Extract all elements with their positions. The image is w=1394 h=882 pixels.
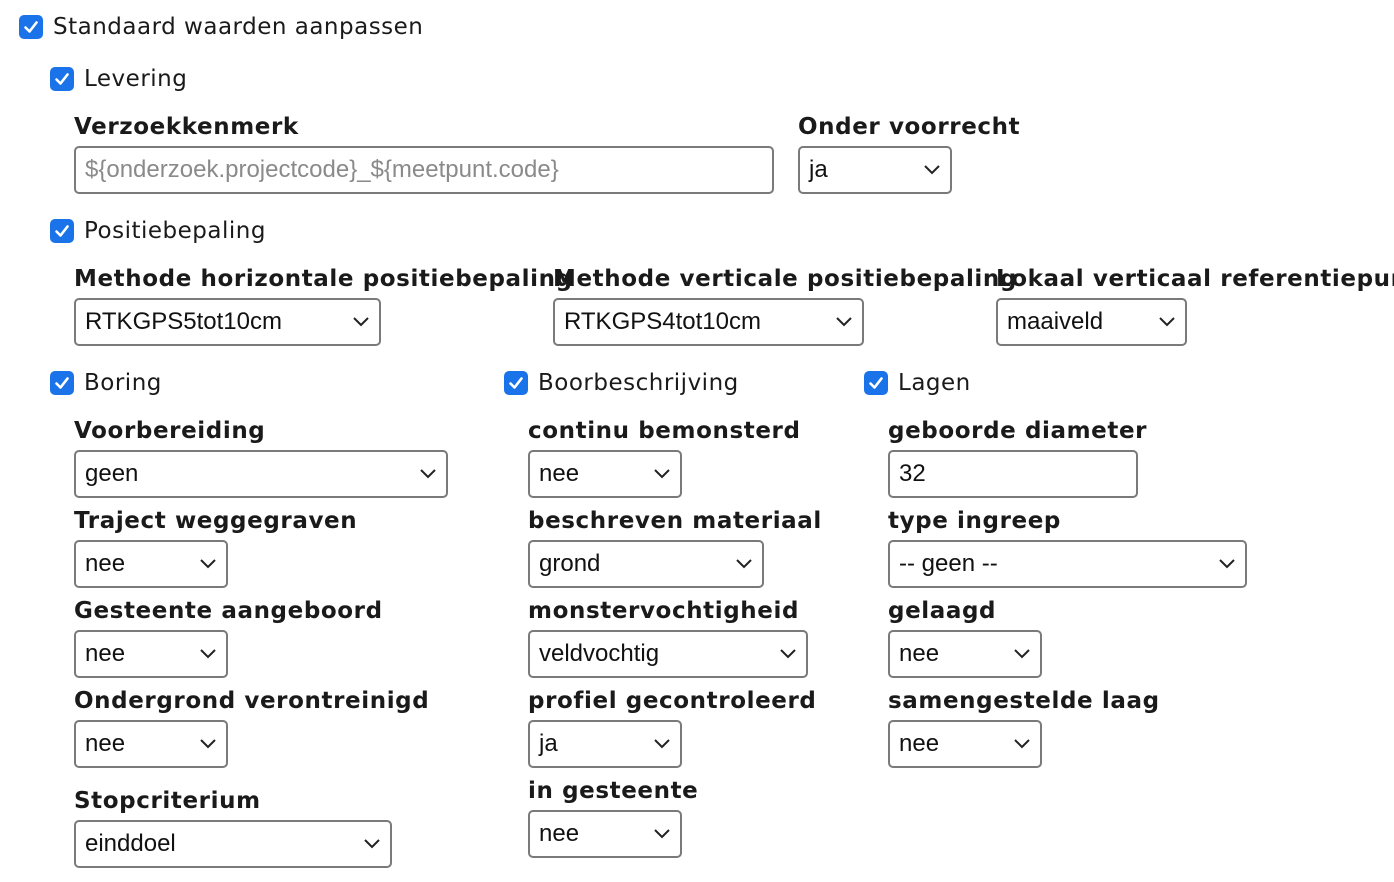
gelaagd-select[interactable]: nee [888,630,1042,678]
boorbeschrijving-checkbox-row[interactable]: Boorbeschrijving [504,368,739,398]
voorbereiding-value: geen [85,460,139,487]
chevron-down-icon [1219,559,1235,569]
chevron-down-icon [654,829,670,839]
checkmark-icon [869,377,883,389]
verticaal-value: RTKGPS4tot10cm [564,308,761,335]
continu-select[interactable]: nee [528,450,682,498]
ondergrond-select[interactable]: nee [74,720,228,768]
referentiepunt-label: Lokaal verticaal referentiepunt [996,266,1394,292]
checkmark-icon [509,377,523,389]
gesteente-label: Gesteente aangeboord [74,598,383,624]
positiebepaling-checkbox[interactable] [50,219,74,243]
onder-voorrecht-select[interactable]: ja [798,146,952,194]
ondergrond-label: Ondergrond verontreinigd [74,688,430,714]
voorbereiding-select[interactable]: geen [74,450,448,498]
chevron-down-icon [1014,649,1030,659]
levering-checkbox-row[interactable]: Levering [50,64,187,94]
stopcriterium-label: Stopcriterium [74,788,261,814]
materiaal-label: beschreven materiaal [528,508,822,534]
materiaal-value: grond [539,550,601,577]
stopcriterium-select[interactable]: einddoel [74,820,392,868]
gesteente-select[interactable]: nee [74,630,228,678]
stopcriterium-value: einddoel [85,830,176,857]
chevron-down-icon [654,469,670,479]
vochtigheid-select[interactable]: veldvochtig [528,630,808,678]
checkmark-icon [55,377,69,389]
standaard-waarden-label: Standaard waarden aanpassen [53,14,424,40]
levering-checkbox[interactable] [50,67,74,91]
chevron-down-icon [353,317,369,327]
positiebepaling-label: Positiebepaling [84,218,266,244]
boring-label: Boring [84,370,162,396]
boorbeschrijving-label: Boorbeschrijving [538,370,739,396]
continu-label: continu bemonsterd [528,418,801,444]
lagen-checkbox-row[interactable]: Lagen [864,368,971,398]
samengesteld-select[interactable]: nee [888,720,1042,768]
chevron-down-icon [780,649,796,659]
boorbeschrijving-checkbox[interactable] [504,371,528,395]
in-gesteente-value: nee [539,820,580,847]
chevron-down-icon [420,469,436,479]
boring-checkbox[interactable] [50,371,74,395]
voorbereiding-label: Voorbereiding [74,418,266,444]
verticaal-label: Methode verticale positiebepaling [553,266,1017,292]
traject-select[interactable]: nee [74,540,228,588]
diameter-value: 32 [899,460,926,487]
onder-voorrecht-value: ja [809,156,828,183]
positiebepaling-checkbox-row[interactable]: Positiebepaling [50,216,266,246]
gesteente-value: nee [85,640,126,667]
ingreep-label: type ingreep [888,508,1061,534]
chevron-down-icon [364,839,380,849]
referentiepunt-select[interactable]: maaiveld [996,298,1187,346]
chevron-down-icon [654,739,670,749]
chevron-down-icon [924,165,940,175]
ingreep-select[interactable]: -- geen -- [888,540,1247,588]
verticaal-select[interactable]: RTKGPS4tot10cm [553,298,864,346]
ondergrond-value: nee [85,730,126,757]
chevron-down-icon [1159,317,1175,327]
continu-value: nee [539,460,580,487]
samengesteld-value: nee [899,730,940,757]
lagen-label: Lagen [898,370,971,396]
chevron-down-icon [836,317,852,327]
materiaal-select[interactable]: grond [528,540,764,588]
chevron-down-icon [1014,739,1030,749]
in-gesteente-select[interactable]: nee [528,810,682,858]
in-gesteente-label: in gesteente [528,778,699,804]
main-checkbox-row[interactable]: Standaard waarden aanpassen [19,12,423,42]
horizontaal-label: Methode horizontale positiebepaling [74,266,573,292]
checkmark-icon [24,21,38,33]
diameter-input[interactable]: 32 [888,450,1138,498]
verzoekkenmerk-label: Verzoekkenmerk [74,114,299,140]
chevron-down-icon [200,559,216,569]
samengesteld-label: samengestelde laag [888,688,1160,714]
chevron-down-icon [736,559,752,569]
profiel-select[interactable]: ja [528,720,682,768]
standaard-waarden-checkbox[interactable] [19,15,43,39]
gelaagd-label: gelaagd [888,598,997,624]
verzoekkenmerk-placeholder: ${onderzoek.projectcode}_${meetpunt.code… [85,156,559,183]
horizontaal-select[interactable]: RTKGPS5tot10cm [74,298,381,346]
checkmark-icon [55,225,69,237]
onder-voorrecht-label: Onder voorrecht [798,114,1021,140]
vochtigheid-value: veldvochtig [539,640,660,667]
gelaagd-value: nee [899,640,940,667]
profiel-value: ja [539,730,558,757]
profiel-label: profiel gecontroleerd [528,688,817,714]
referentiepunt-value: maaiveld [1007,308,1104,335]
vochtigheid-label: monstervochtigheid [528,598,800,624]
levering-label: Levering [84,66,188,92]
traject-label: Traject weggegraven [74,508,358,534]
traject-value: nee [85,550,126,577]
verzoekkenmerk-input[interactable]: ${onderzoek.projectcode}_${meetpunt.code… [74,146,774,194]
checkmark-icon [55,73,69,85]
diameter-label: geboorde diameter [888,418,1148,444]
chevron-down-icon [200,739,216,749]
chevron-down-icon [200,649,216,659]
ingreep-value: -- geen -- [899,550,998,577]
boring-checkbox-row[interactable]: Boring [50,368,162,398]
horizontaal-value: RTKGPS5tot10cm [85,308,282,335]
lagen-checkbox[interactable] [864,371,888,395]
